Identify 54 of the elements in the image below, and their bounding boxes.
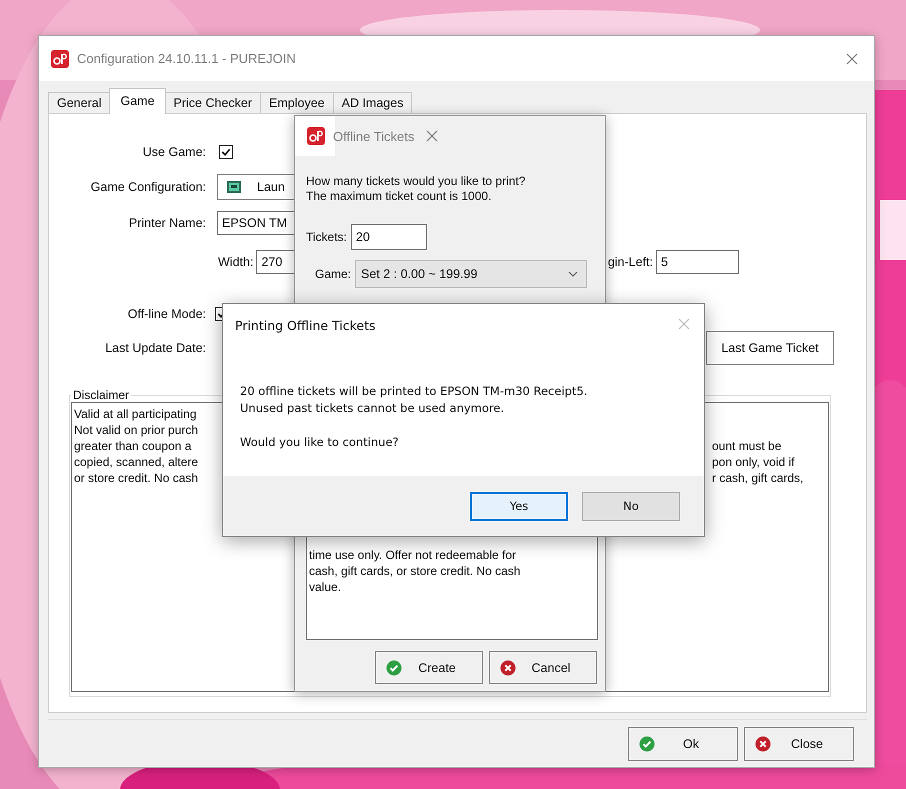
message-text: Unused past tickets cannot be used anymore. [240, 400, 506, 417]
tab[interactable]: AD Images [332, 92, 412, 113]
question-text: Would you like to continue? [240, 434, 400, 451]
field-label: gin-Left: [608, 255, 653, 269]
tab[interactable]: Employee [260, 92, 334, 113]
text-line: cash, gift cards, or store credit. No cash [309, 563, 522, 579]
chevron-down-icon [568, 271, 578, 277]
app-logo-icon [307, 127, 325, 145]
field-label: Off-line Mode: [126, 307, 206, 321]
dialog-button[interactable]: Yes [470, 492, 568, 520]
app-logo-icon [51, 50, 69, 68]
message-text: 20 offline tickets will be printed to EPSON TM-m30 Receipt5. [240, 383, 588, 400]
check-icon [386, 660, 402, 676]
tab[interactable]: Game [109, 88, 166, 114]
dialog-button[interactable]: Ok [628, 726, 738, 760]
checkmark-icon [220, 146, 232, 158]
text-line: r cash, gift cards, [712, 470, 804, 486]
text-line: time use only. Offer not redeemable for [309, 547, 517, 563]
window-title: Configuration 24.10.11.1 - PUREJOIN [77, 51, 296, 66]
tab[interactable]: General [48, 92, 110, 113]
text-line: Not valid on prior purch [74, 422, 198, 438]
input-field[interactable]: 20 [350, 224, 427, 250]
close-icon [500, 660, 516, 676]
group-label: Disclaimer [72, 388, 130, 402]
close-icon [426, 130, 438, 142]
screen-icon [227, 181, 241, 193]
close-icon [755, 736, 771, 752]
text-line: copied, scanned, altere [74, 454, 198, 470]
text-line: value. [309, 579, 342, 595]
dropdown[interactable]: Set 2 : 0.00 ~ 199.99 [355, 260, 588, 288]
input-field[interactable]: 270 [256, 250, 296, 274]
check-icon [639, 736, 655, 752]
window-title: Offline Tickets [333, 128, 414, 144]
dialog-button[interactable]: No [582, 492, 680, 520]
input-field[interactable]: 5 [656, 250, 739, 274]
field-label: Game Configuration: [90, 180, 206, 194]
close-icon [678, 318, 690, 330]
checkbox[interactable] [219, 145, 233, 159]
dialog-button[interactable]: Close [744, 726, 854, 760]
dialog-button[interactable]: Cancel [489, 651, 597, 684]
field-label: Last Update Date: [104, 341, 206, 355]
text-line: ount must be [712, 438, 782, 454]
dialog-button[interactable]: Create [375, 651, 483, 684]
text-line: greater than coupon a [74, 438, 192, 454]
field-label: Use Game: [142, 145, 206, 159]
close-icon [846, 52, 858, 64]
dialog-title: Printing Offline Tickets [235, 318, 376, 333]
field-label: Game: [315, 267, 352, 281]
field-label: Printer Name: [128, 216, 206, 230]
field-label: Width: [218, 255, 254, 269]
text-line: pon only, void if [712, 454, 796, 470]
text-line: Valid at all participating [74, 406, 198, 422]
text-line: or store credit. No cash [74, 470, 198, 486]
last-game-ticket-button[interactable]: Last Game Ticket [706, 331, 834, 365]
